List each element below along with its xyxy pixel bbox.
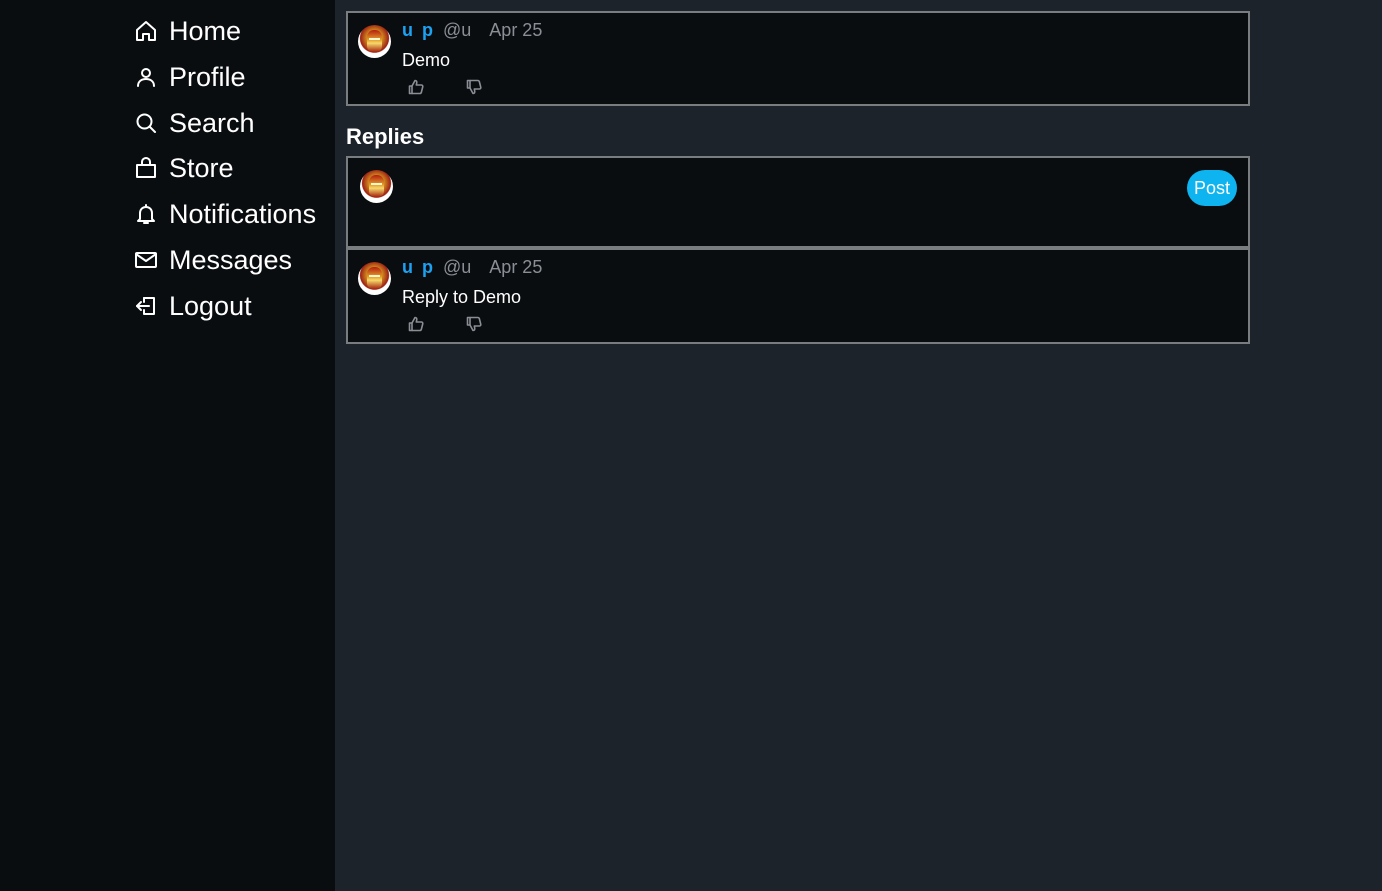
- post-actions: [408, 79, 524, 97]
- nav-profile-label: Profile: [169, 61, 246, 92]
- thumbs-down-icon[interactable]: [466, 79, 484, 97]
- nav-search-label: Search: [169, 107, 255, 138]
- thumbs-up-icon[interactable]: [408, 79, 426, 97]
- avatar-eyes: [369, 38, 380, 40]
- avatar-mask: [367, 267, 382, 289]
- nav-home[interactable]: Home: [133, 11, 241, 51]
- user-icon: [133, 64, 159, 90]
- mail-icon: [133, 247, 159, 273]
- post-handle: @u: [443, 20, 472, 40]
- thumbs-down-icon[interactable]: [466, 316, 484, 334]
- avatar-mask: [367, 30, 382, 52]
- logout-icon: [133, 293, 159, 319]
- reply-author[interactable]: u p: [402, 257, 435, 278]
- reply-handle: @u: [443, 257, 472, 277]
- nav-store-label: Store: [169, 152, 234, 183]
- nav-home-label: Home: [169, 15, 242, 46]
- search-icon: [133, 110, 159, 136]
- avatar[interactable]: [358, 25, 391, 58]
- nav-search[interactable]: Search: [133, 103, 255, 143]
- avatar-eyes: [369, 275, 380, 277]
- post-card: u p @u Apr 25 Demo: [346, 11, 1250, 106]
- post-date: Apr 25: [489, 20, 543, 40]
- sidebar: Home Profile Search Store Notifications …: [0, 0, 335, 891]
- avatar-eyes: [371, 183, 382, 185]
- nav-messages[interactable]: Messages: [133, 240, 292, 280]
- avatar[interactable]: [358, 262, 391, 295]
- reply-card: u p @u Apr 25 Reply to Demo: [346, 248, 1250, 344]
- nav-store[interactable]: Store: [133, 148, 234, 188]
- post-button[interactable]: Post: [1187, 170, 1237, 206]
- reply-actions: [408, 316, 524, 334]
- nav-messages-label: Messages: [169, 244, 293, 275]
- nav-logout[interactable]: Logout: [133, 286, 252, 326]
- nav-notifications-label: Notifications: [169, 198, 317, 229]
- home-icon: [133, 18, 159, 44]
- nav-logout-label: Logout: [169, 290, 252, 321]
- nav-notifications[interactable]: Notifications: [133, 194, 316, 234]
- reply-composer: Post: [346, 156, 1250, 248]
- replies-heading: Replies: [346, 124, 425, 149]
- reply-input[interactable]: [406, 170, 1180, 234]
- avatar-mask: [369, 175, 384, 197]
- reply-date: Apr 25: [489, 257, 543, 277]
- bell-icon: [133, 201, 159, 227]
- post-text: Demo: [402, 50, 451, 70]
- nav-profile[interactable]: Profile: [133, 57, 246, 97]
- post-author[interactable]: u p: [402, 20, 435, 41]
- shopping-bag-icon: [133, 155, 159, 181]
- reply-meta: u p @u Apr 25: [402, 257, 542, 278]
- avatar[interactable]: [360, 170, 393, 203]
- thumbs-up-icon[interactable]: [408, 316, 426, 334]
- post-meta: u p @u Apr 25: [402, 20, 542, 41]
- reply-text: Reply to Demo: [402, 287, 522, 307]
